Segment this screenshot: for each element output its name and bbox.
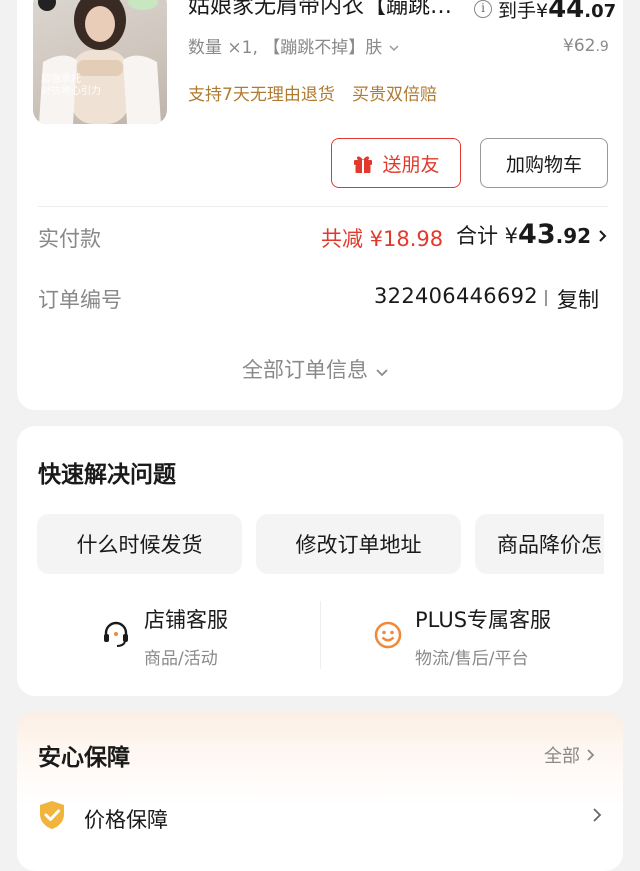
- chip-price-drop[interactable]: 商品降价怎: [475, 514, 604, 574]
- return-policy-tag: 支持7天无理由退货: [188, 85, 335, 105]
- gift-to-friend-button[interactable]: 送朋友: [331, 138, 461, 188]
- total-discount: 共减 ¥18.98: [321, 227, 444, 251]
- smiley-service-icon: [374, 621, 402, 649]
- paid-amount-label: 实付款: [38, 227, 101, 251]
- order-number: 322406446692: [374, 284, 538, 308]
- chevron-right-icon[interactable]: [592, 807, 602, 823]
- quick-chip-row: 什么时候发货 修改订单地址 商品降价怎: [37, 514, 604, 574]
- final-price: 到手¥44.07: [498, 0, 617, 24]
- store-service-title[interactable]: 店铺客服: [144, 604, 228, 634]
- all-order-info-toggle[interactable]: 全部订单信息: [242, 354, 389, 384]
- plus-service-title[interactable]: PLUS专属客服: [415, 604, 551, 634]
- guarantee-card: 安心保障 全部 价格保障: [17, 711, 623, 871]
- store-service-sub: 商品/活动: [144, 649, 218, 669]
- divider: [320, 601, 321, 669]
- product-photo-illustration: [38, 0, 161, 124]
- chip-change-address[interactable]: 修改订单地址: [256, 514, 461, 574]
- quantity-spec[interactable]: 数量 ×1, 【蹦跳不掉】肤: [188, 33, 400, 58]
- image-caption: 超强承托 对抗地心引力: [41, 74, 101, 97]
- view-all-link[interactable]: 全部: [544, 742, 596, 768]
- order-total[interactable]: 合计 ¥43.92: [456, 219, 608, 250]
- chip-shipping-time[interactable]: 什么时候发货: [37, 514, 242, 574]
- info-icon[interactable]: i: [474, 0, 492, 18]
- plus-service-sub: 物流/售后/平台: [415, 649, 529, 669]
- shield-check-icon: [40, 801, 64, 829]
- copy-button[interactable]: 复制: [557, 284, 599, 314]
- chevron-right-icon: [587, 749, 595, 761]
- price-protect-tag: 买贵双倍赔: [352, 85, 437, 105]
- chevron-down-icon: [389, 45, 399, 52]
- quick-resolve-card: 快速解决问题 什么时候发货 修改订单地址 商品降价怎 店铺客服 商品/活动 PL…: [17, 426, 623, 696]
- chevron-right-icon: [599, 230, 607, 242]
- headset-icon: [104, 621, 128, 647]
- product-image[interactable]: 超强承托 对抗地心引力: [33, 0, 167, 124]
- divider: [38, 206, 608, 207]
- gift-icon: [354, 156, 373, 173]
- chevron-down-icon: [376, 369, 388, 377]
- price-guarantee-item[interactable]: 价格保障: [84, 804, 168, 834]
- section-title: 安心保障: [38, 745, 130, 771]
- add-to-cart-button[interactable]: 加购物车: [480, 138, 608, 188]
- section-title: 快速解决问题: [38, 462, 176, 488]
- original-price: ¥62.9: [563, 36, 609, 56]
- order-number-label: 订单编号: [38, 288, 122, 312]
- product-title[interactable]: 姑娘家无肩带内衣【蹦跳不掉】肤: [188, 0, 458, 20]
- separator: [545, 290, 547, 306]
